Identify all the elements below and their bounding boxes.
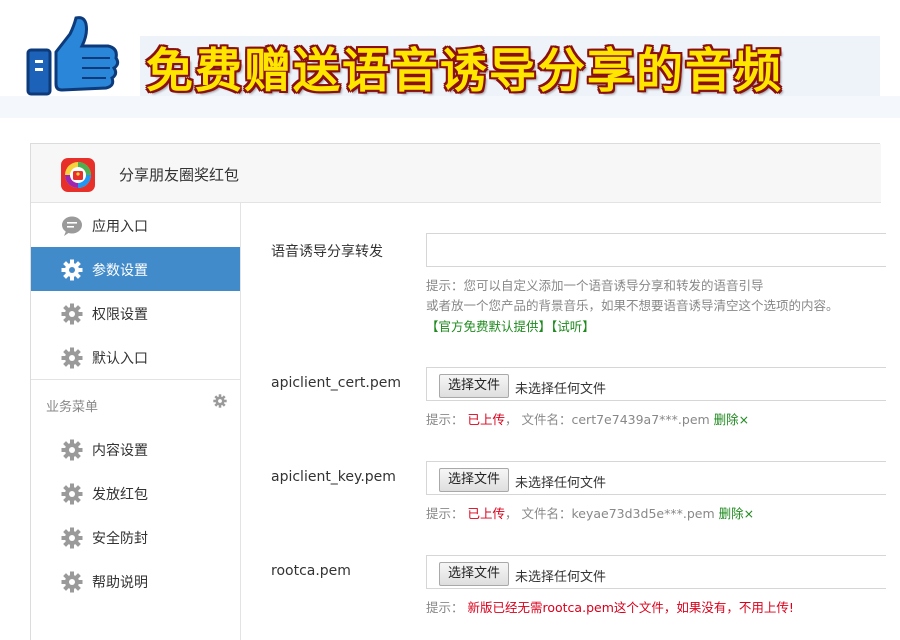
sidebar-item-label: 参数设置 (92, 263, 148, 279)
hint-prefix: 提示： (426, 506, 464, 521)
sidebar-item-permissions[interactable]: 权限设置 (31, 291, 240, 335)
banner-background-strip (0, 96, 900, 118)
sidebar-item-label: 默认入口 (92, 351, 148, 367)
sidebar-item-help[interactable]: 帮助说明 (31, 559, 240, 603)
key-label: apiclient_key.pem (271, 469, 396, 485)
cert-hint: 提示： 已上传， 文件名：cert7e7439a7***.pem 删除× (426, 410, 749, 430)
gear-icon (61, 571, 83, 593)
promo-banner: 免费赠送语音诱导分享的音频 (0, 0, 900, 118)
sidebar-item-label: 应用入口 (92, 219, 148, 235)
red-packet-app-icon (61, 158, 95, 192)
settings-form: 语音诱导分享转发 提示：您可以自定义添加一个语音诱导分享和转发的语音引导 或者放… (242, 203, 886, 640)
sidebar-item-send-redpacket[interactable]: 发放红包 (31, 471, 240, 515)
key-file-status: 未选择任何文件 (515, 476, 607, 491)
sidebar-divider (31, 379, 240, 380)
rootca-choose-file-button[interactable]: 选择文件 (439, 562, 510, 586)
key-choose-file-button[interactable]: 选择文件 (439, 468, 510, 492)
rootca-label: rootca.pem (271, 563, 351, 579)
chat-bubble-icon (62, 216, 82, 236)
cert-delete-link[interactable]: 删除× (714, 412, 749, 427)
rootca-hint: 提示： 新版已经无需rootca.pem这个文件，如果没有，不用上传! (426, 598, 794, 618)
hint-prefix: 提示： (426, 412, 464, 427)
sidebar-item-label: 安全防封 (92, 531, 148, 547)
sidebar-item-label: 内容设置 (92, 443, 148, 459)
sidebar-item-app-entry[interactable]: 应用入口 (31, 203, 240, 247)
gear-icon (61, 303, 83, 325)
listen-link[interactable]: 【试听】 (551, 319, 595, 334)
app-header: 分享朋友圈奖红包 (31, 144, 881, 203)
sidebar-item-label: 帮助说明 (92, 575, 148, 591)
sidebar-item-label: 发放红包 (92, 487, 148, 503)
official-default-link[interactable]: 【官方免费默认提供】 (426, 319, 551, 334)
sidebar-item-params[interactable]: 参数设置 (31, 247, 240, 291)
sidebar-item-content-settings[interactable]: 内容设置 (31, 427, 240, 471)
gear-icon (61, 439, 83, 461)
sidebar-item-anti-ban[interactable]: 安全防封 (31, 515, 240, 559)
cert-label: apiclient_cert.pem (271, 375, 401, 391)
app-title: 分享朋友圈奖红包 (119, 166, 240, 184)
gear-icon (61, 259, 83, 281)
rootca-file-input: 选择文件 未选择任何文件 (426, 555, 886, 589)
uploaded-status: 已上传 (467, 412, 506, 427)
sidebar-item-label: 权限设置 (92, 307, 148, 323)
rootca-file-status: 未选择任何文件 (515, 570, 607, 585)
app-window: 分享朋友圈奖红包 应用入口 参数设置 权限设置 默认入口 业务菜单 内容设置 发… (30, 143, 886, 640)
gear-icon (61, 483, 83, 505)
cert-filename: ， 文件名：cert7e7439a7***.pem (505, 412, 710, 427)
gear-icon (61, 527, 83, 549)
sidebar-item-default-entry[interactable]: 默认入口 (31, 335, 240, 379)
voice-guide-links: 【官方免费默认提供】【试听】 (426, 317, 595, 337)
key-hint: 提示： 已上传， 文件名：keyae73d3d5e***.pem 删除× (426, 504, 754, 524)
key-delete-link[interactable]: 删除× (719, 506, 754, 521)
voice-guide-hint-2: 或者放一个您产品的背景音乐，如果不想要语音诱导清空这个选项的内容。 (426, 298, 839, 313)
hint-prefix: 提示： (426, 600, 464, 615)
gear-icon[interactable] (213, 394, 227, 408)
gear-icon (61, 347, 83, 369)
key-file-input: 选择文件 未选择任何文件 (426, 461, 886, 495)
cert-file-status: 未选择任何文件 (515, 382, 607, 397)
key-filename: ， 文件名：keyae73d3d5e***.pem (505, 506, 715, 521)
sidebar: 应用入口 参数设置 权限设置 默认入口 业务菜单 内容设置 发放红包 安全防封 … (31, 203, 241, 640)
section-label-business-menu: 业务菜单 (46, 400, 99, 415)
voice-guide-input[interactable] (426, 233, 886, 267)
uploaded-status: 已上传 (467, 506, 506, 521)
rootca-notice: 新版已经无需rootca.pem这个文件，如果没有，不用上传! (467, 600, 794, 615)
cert-file-input: 选择文件 未选择任何文件 (426, 367, 886, 401)
voice-guide-label: 语音诱导分享转发 (271, 244, 383, 260)
voice-guide-hint-1: 提示：您可以自定义添加一个语音诱导分享和转发的语音引导 (426, 278, 764, 293)
banner-title: 免费赠送语音诱导分享的音频 (146, 44, 783, 99)
cert-choose-file-button[interactable]: 选择文件 (439, 374, 510, 398)
thumbs-up-icon (26, 16, 120, 96)
